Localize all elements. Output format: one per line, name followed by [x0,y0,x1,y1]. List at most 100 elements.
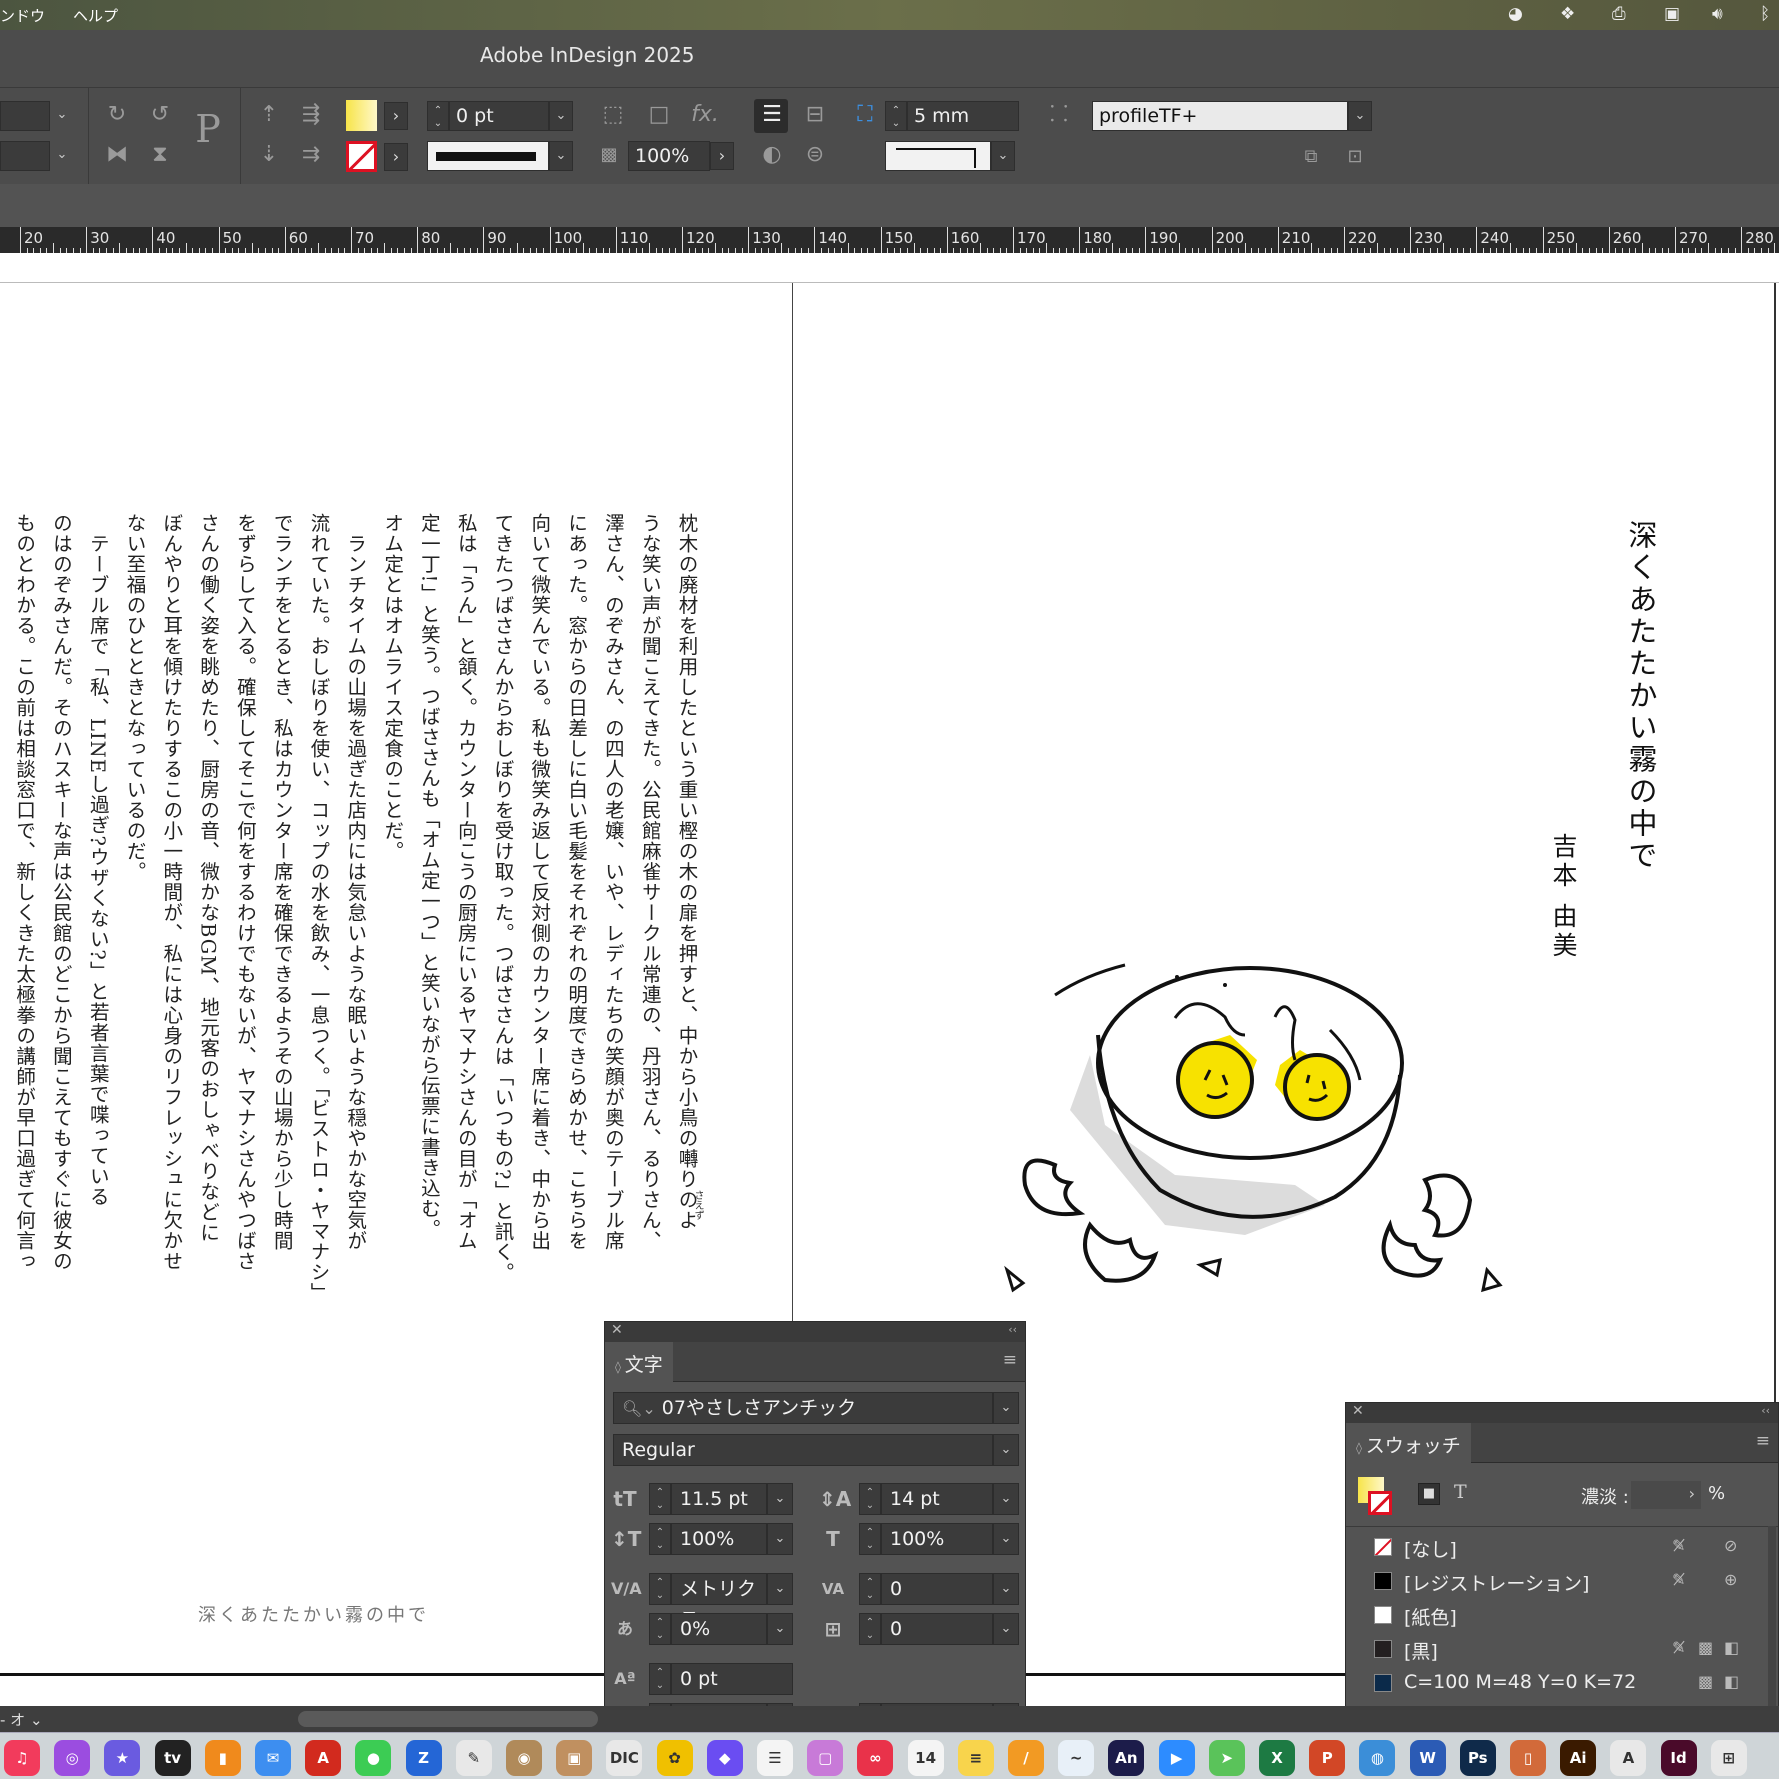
object-style-field[interactable]: profileTF+ [1092,101,1348,131]
excel-icon[interactable]: X [1259,1740,1295,1776]
chevron-down-icon[interactable]: ⌄ [767,1483,793,1515]
flip-h-icon[interactable]: ⧓ [102,141,132,169]
baseline-shift-field[interactable]: 0 pt [671,1663,793,1695]
word-icon[interactable]: W [1409,1740,1446,1776]
fill-menu-button[interactable]: › [384,102,408,130]
pages-icon[interactable]: / [1008,1740,1044,1776]
diccolor-icon[interactable]: DIC [606,1740,643,1776]
tab-character[interactable]: ◊ 文字 [605,1342,673,1382]
clear-override-icon[interactable]: ⧉ [1296,143,1326,171]
bluetooth-icon[interactable]: ᛒ [1760,4,1770,24]
horizontal-scrollbar[interactable] [298,1711,598,1727]
acrobat-icon[interactable]: A [305,1740,342,1776]
chevron-down-icon[interactable]: ⌄ [1348,101,1372,131]
ref-x-field[interactable] [0,101,50,131]
books-icon[interactable]: ▮ [204,1740,241,1776]
chevron-down-icon[interactable]: ⌄ [993,1613,1019,1645]
frame-options-icon[interactable]: ⊡ [1340,143,1370,171]
author-name[interactable]: 吉本 由美 [1545,833,1581,961]
corner-shape-field[interactable] [885,141,991,171]
iphone-icon[interactable]: ▯ [1510,1740,1546,1776]
contacts-icon[interactable]: ◉ [506,1740,542,1776]
horizontal-scale-field[interactable]: 100% [881,1523,993,1555]
kerning-field[interactable]: メトリクス [671,1573,767,1630]
tsume-stepper[interactable]: ⌃ ⌄ [649,1613,671,1645]
creativecloud-icon[interactable]: ∞ [857,1740,894,1776]
dropbox-icon[interactable]: ❖ [1560,4,1575,24]
stroke-type-field[interactable] [427,141,549,171]
stroke-swatch[interactable] [346,141,377,172]
tab-swatches[interactable]: ◊ スウォッチ [1346,1423,1471,1463]
ref-y-field[interactable] [0,141,50,171]
chevron-down-icon[interactable]: ⌄ [767,1523,793,1555]
chevron-down-icon[interactable]: ⌄ [993,1434,1019,1466]
select-content-icon[interactable]: ⇣ [254,141,284,169]
baseline-stepper[interactable]: ⌃ ⌄ [649,1663,671,1695]
animate-icon[interactable]: An [1108,1740,1145,1776]
frame-fit-icon[interactable]: ⬚ [598,101,628,129]
calendar-icon[interactable]: 14 [907,1740,944,1776]
stroke-weight-stepper[interactable]: ⌃ ⌄ [427,101,449,131]
collapse-icon[interactable]: ‹‹ [1761,1404,1770,1417]
font-size-stepper[interactable]: ⌃ ⌄ [649,1483,671,1515]
kerning-stepper[interactable]: ⌃ ⌄ [649,1573,671,1605]
tracking-field[interactable]: 0 [881,1573,993,1605]
select-prev-icon[interactable]: ⇉ [296,141,326,169]
swatch-row[interactable]: [なし] ✎̸ ⊘ [1346,1531,1742,1565]
font-family-field[interactable]: 🔍︎⌄ 07やさしさアンチック [613,1392,993,1424]
font-style-field[interactable]: Regular [613,1434,993,1466]
imovie-icon[interactable]: ★ [104,1740,141,1776]
paragraph-p-icon[interactable]: P [193,110,223,148]
flip-v-icon[interactable]: ⧗ [145,141,175,169]
photoshop-icon[interactable]: Ps [1459,1740,1496,1776]
gpu-icon[interactable]: ▣ [1664,4,1680,24]
close-icon[interactable]: ✕ [1352,1403,1364,1419]
square-frame-icon[interactable]: □ [644,101,674,129]
text-wrap-shape-icon[interactable]: ◐ [757,141,787,169]
leading-stepper[interactable]: ⌃ ⌄ [859,1483,881,1515]
chevron-down-icon[interactable]: ⌄ [993,1523,1019,1555]
podcasts-icon[interactable]: ◎ [54,1740,91,1776]
swatch-row[interactable]: [黒] ✎̸ ▩ ◧ [1346,1633,1742,1667]
chevron-down-icon[interactable]: ⌄ [993,1573,1019,1605]
globe-icon[interactable]: ◍ [1359,1740,1396,1776]
vertical-scale-field[interactable]: 100% [671,1523,767,1555]
opacity-menu-button[interactable]: › [710,142,734,170]
notes-icon[interactable]: ≡ [957,1740,994,1776]
text-wrap-bbox-icon[interactable]: ⊟ [800,101,830,129]
gutter-stepper[interactable]: ⌃ ⌄ [885,101,907,131]
volume-icon[interactable]: 🔊︎ [1712,4,1723,24]
xcode-icon[interactable]: Z [405,1740,442,1776]
maps-icon[interactable]: ➤ [1208,1740,1245,1776]
egg-bowl-illustration[interactable] [995,935,1535,1305]
close-icon[interactable]: ✕ [611,1322,623,1338]
panel-menu-icon[interactable]: ≡ [1756,1431,1770,1451]
mail-icon[interactable]: ✉ [255,1740,291,1776]
chevron-down-icon[interactable]: ⌄ [50,141,74,171]
appletv-icon[interactable]: tv [154,1740,191,1776]
swatch-row[interactable]: [紙色] [1346,1599,1742,1633]
panel-menu-icon[interactable]: ≡ [1003,1350,1017,1370]
rotate-ccw-icon[interactable]: ↺ [145,101,175,129]
cc-icon[interactable]: ◕ [1508,4,1523,24]
container-format-icon[interactable]: ■ [1418,1483,1440,1505]
menu-help[interactable]: ヘルプ [73,5,118,26]
chevron-down-icon[interactable]: ⌄ [549,101,573,131]
stroke-weight-field[interactable]: 0 pt [449,101,549,131]
finder-icon[interactable]: ▣ [556,1740,593,1776]
hscale-stepper[interactable]: ⌃ ⌄ [859,1523,881,1555]
chevron-down-icon[interactable]: ⌄ [767,1613,793,1645]
tint-field[interactable]: › [1631,1481,1701,1509]
messages-icon[interactable]: ● [355,1740,392,1776]
horizontal-ruler[interactable]: 20 30 40 50 60 70 80 90 100 110 120 130 140 150 160 170… [0,227,1779,253]
fill-swatch[interactable] [346,100,377,131]
preview-icon[interactable]: ▢ [807,1740,844,1776]
select-container-icon[interactable]: ⇡ [254,101,284,129]
messenger-icon[interactable]: ◆ [706,1740,743,1776]
zoom-icon[interactable]: ▶ [1158,1740,1195,1776]
freeform-icon[interactable]: ~ [1058,1740,1095,1776]
collapse-icon[interactable]: ‹‹ [1008,1323,1017,1336]
opacity-field[interactable]: 100% [628,141,710,171]
gutter-field[interactable]: 5 mm [907,101,1019,131]
swatch-row[interactable]: C=100 M=48 Y=0 K=72 ▩ ◧ [1346,1667,1742,1701]
